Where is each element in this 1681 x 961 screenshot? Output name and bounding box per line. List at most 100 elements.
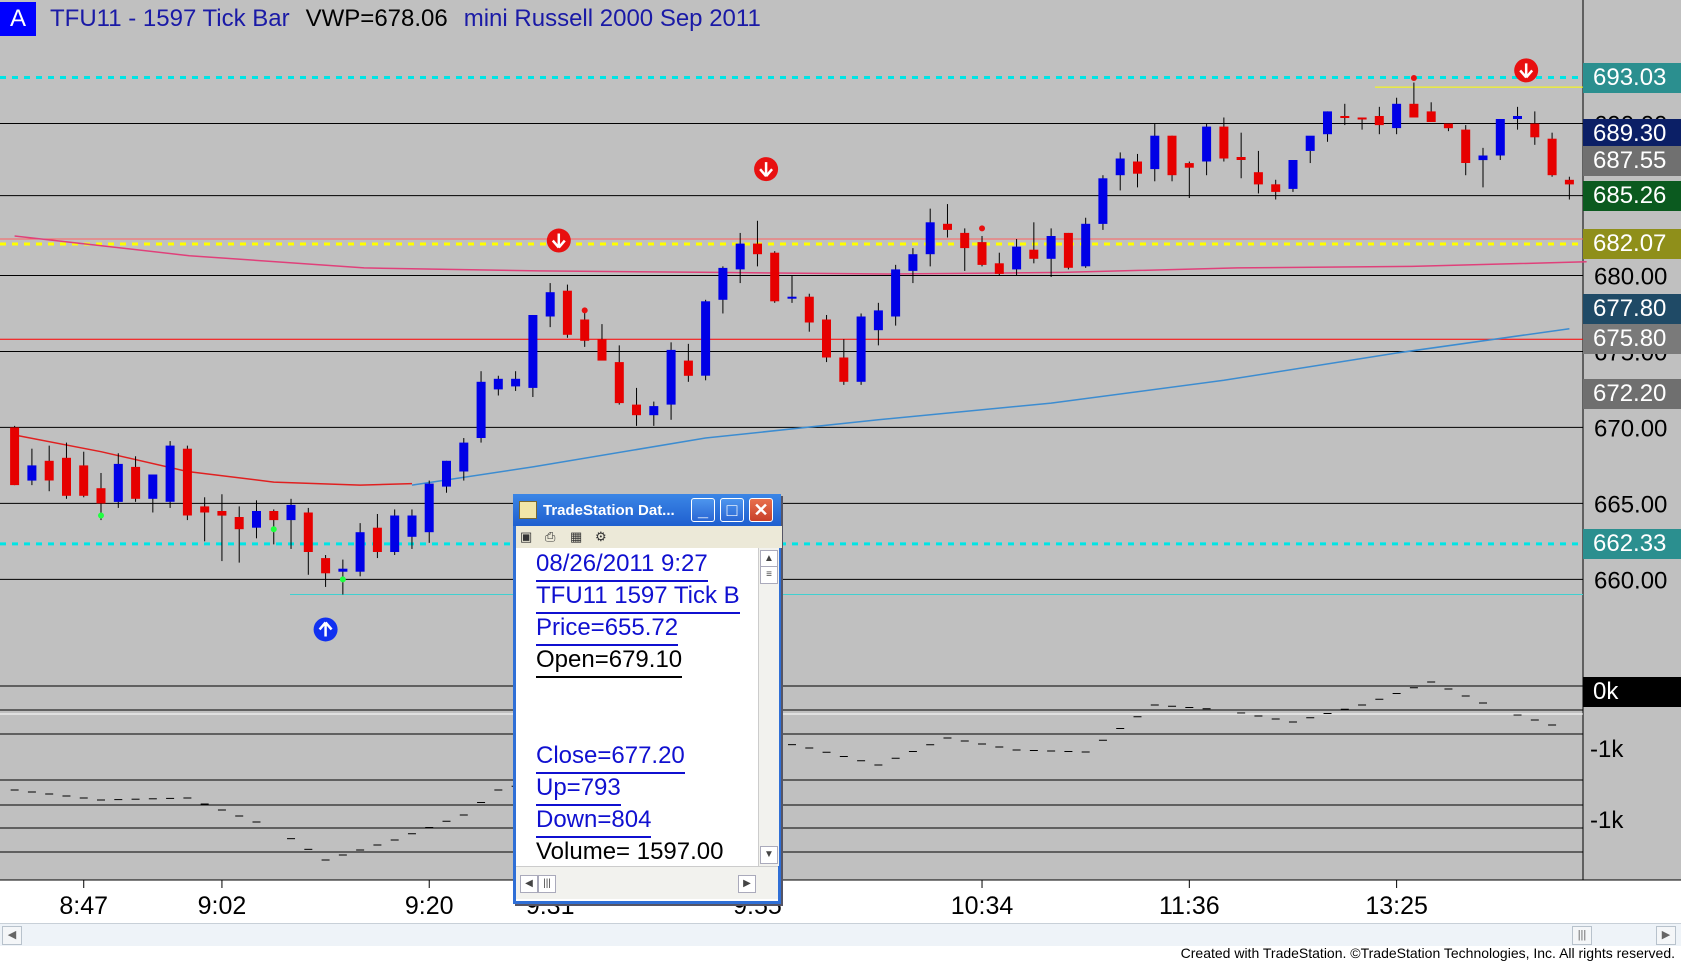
candle-body xyxy=(1219,126,1229,159)
candle-body xyxy=(960,232,970,249)
candle-body xyxy=(632,404,641,416)
candle-body xyxy=(165,445,175,502)
candle-body xyxy=(131,466,141,499)
scroll-right-icon[interactable]: ▶ xyxy=(1656,926,1676,945)
candle-body xyxy=(528,315,538,388)
data-window-vscroll[interactable]: ▲ ≡ ▼ xyxy=(758,548,779,866)
time-axis-label: 11:36 xyxy=(1159,892,1220,920)
chart-letter-badge[interactable]: A xyxy=(0,2,36,36)
data-row: Low=676.70 xyxy=(536,708,668,742)
data-row: Close=677.20 xyxy=(536,740,685,774)
data-window-app-icon xyxy=(519,501,537,519)
price-pane-background xyxy=(0,0,1583,880)
chart-symbol: TFU11 - 1597 Tick Bar xyxy=(50,5,290,32)
scroll-thumb-icon[interactable]: ||| xyxy=(538,875,556,893)
candle-body xyxy=(666,349,676,405)
candle-body xyxy=(1323,111,1332,135)
candle-body xyxy=(10,427,20,486)
candle-body xyxy=(442,460,451,487)
candle-body xyxy=(839,357,849,382)
data-window[interactable]: TradeStation Dat... _ □ ✕ ▣ ⎙ ▦ ⚙ 08/26/… xyxy=(513,494,782,904)
scroll-thumb-icon[interactable]: ≡ xyxy=(760,566,778,584)
data-row: 08/26/2011 9:27 xyxy=(536,548,708,582)
candle-body xyxy=(511,378,521,387)
candle-body xyxy=(1530,123,1540,138)
time-axis-label: 9:02 xyxy=(198,892,247,920)
chart-canvas[interactable]: 660.00665.00670.00675.00680.00690.00-1k-… xyxy=(0,0,1681,923)
candle-body xyxy=(1029,249,1039,259)
candle-body xyxy=(1012,246,1022,270)
price-tag: 675.80 xyxy=(1583,324,1681,355)
candle-body xyxy=(1081,223,1091,267)
candle-body xyxy=(701,301,711,376)
scroll-down-icon[interactable]: ▼ xyxy=(760,846,778,864)
candle-body xyxy=(1133,161,1142,174)
candle-body xyxy=(1063,232,1073,268)
price-axis-label: 665.00 xyxy=(1594,491,1667,518)
candle-body xyxy=(891,269,901,317)
candle-body xyxy=(1495,119,1505,156)
data-row: TFU11 1597 Tick B xyxy=(536,580,740,614)
scroll-left-icon[interactable]: ◀ xyxy=(520,875,538,893)
candle-body xyxy=(113,463,123,502)
time-axis-label: 13:25 xyxy=(1365,892,1428,920)
price-tag: 693.03 xyxy=(1583,62,1681,93)
print-icon[interactable]: ⎙ xyxy=(545,530,560,544)
price-axis-label: 680.00 xyxy=(1594,263,1667,290)
candle-body xyxy=(148,474,158,499)
indicator-axis-label: -1k xyxy=(1590,807,1624,834)
candle-body xyxy=(355,532,365,572)
candle-body xyxy=(476,381,486,438)
time-axis-label: 9:20 xyxy=(405,892,454,920)
save-icon[interactable]: ▣ xyxy=(520,530,535,544)
red-dot-marker xyxy=(581,307,588,314)
candle-body xyxy=(269,511,279,521)
data-window-titlebar[interactable]: TradeStation Dat... _ □ ✕ xyxy=(513,494,781,526)
minimize-icon[interactable]: _ xyxy=(691,498,715,522)
candle-body xyxy=(1202,126,1212,162)
vwp-readout: VWP=678.06 xyxy=(305,5,448,32)
candle-body xyxy=(1478,155,1488,161)
candle-body xyxy=(182,448,192,516)
green-dot-marker xyxy=(98,512,105,519)
indicator-value-tag: 0k xyxy=(1583,677,1681,707)
data-row: Up=793 xyxy=(536,772,621,806)
properties-icon[interactable]: ⚙ xyxy=(595,530,610,544)
candle-body xyxy=(1115,158,1125,176)
time-scrollbar[interactable]: ◀ ||| ▶ xyxy=(0,923,1681,946)
candle-body xyxy=(1461,129,1471,163)
scroll-thumb-icon[interactable]: ||| xyxy=(1572,926,1592,945)
candle-body xyxy=(493,378,503,390)
candle-body xyxy=(1340,116,1350,118)
data-row: Open=679.10 xyxy=(536,644,683,678)
data-row: Volume= 1597.00 xyxy=(536,836,724,866)
data-row: Price=655.72 xyxy=(536,612,679,646)
candle-body xyxy=(1046,236,1056,259)
instrument-description: mini Russell 2000 Sep 2011 xyxy=(463,5,761,32)
data-window-title: TradeStation Dat... xyxy=(543,501,675,519)
candle-body xyxy=(200,506,210,513)
price-tag: 682.07 xyxy=(1583,229,1681,259)
candle-body xyxy=(217,511,227,516)
price-tag: 687.55 xyxy=(1583,145,1681,176)
red-dot-marker xyxy=(979,225,986,232)
candle-body xyxy=(804,296,814,323)
candle-body xyxy=(234,517,244,530)
scroll-right-icon[interactable]: ▶ xyxy=(738,875,756,893)
data-window-hscroll[interactable]: ◀ ||| ▶ xyxy=(516,866,778,899)
candle-body xyxy=(27,465,37,481)
grid-icon[interactable]: ▦ xyxy=(570,530,585,544)
candle-body xyxy=(1392,103,1402,129)
maximize-icon[interactable]: □ xyxy=(720,498,744,522)
candle-body xyxy=(407,515,417,537)
candle-body xyxy=(390,515,400,552)
close-icon[interactable]: ✕ xyxy=(749,498,773,522)
candle-body xyxy=(1443,123,1453,129)
candle-body xyxy=(79,465,89,496)
candle-body xyxy=(787,296,797,299)
green-dot-marker xyxy=(270,526,277,533)
candle-body xyxy=(321,558,331,574)
candle-body xyxy=(822,319,831,358)
scroll-left-icon[interactable]: ◀ xyxy=(2,926,22,945)
candle-body xyxy=(44,460,54,481)
